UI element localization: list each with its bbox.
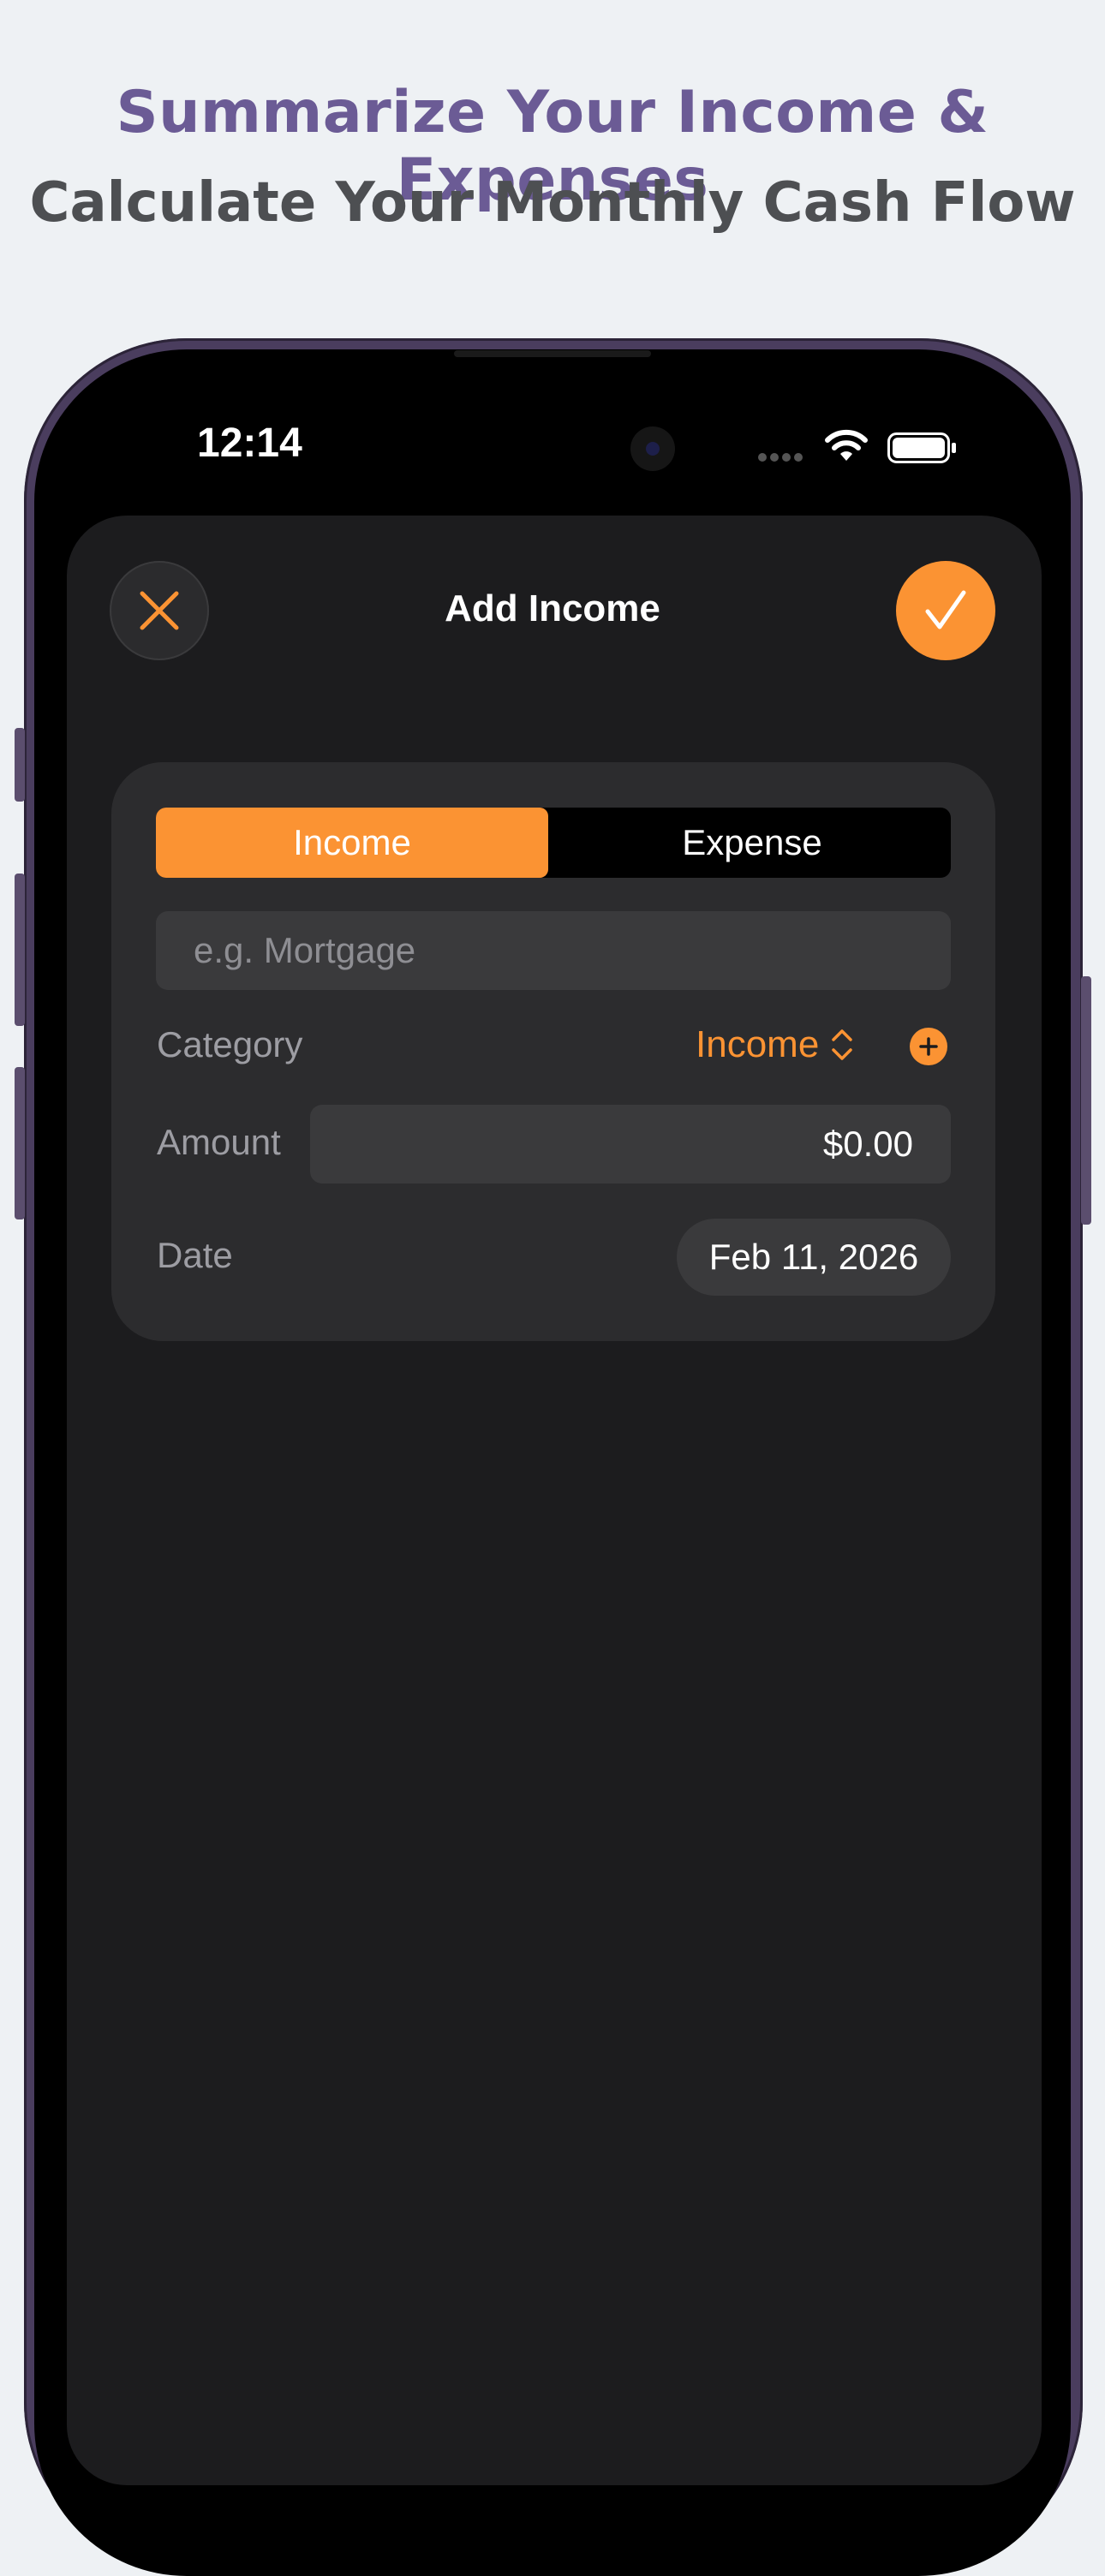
front-camera [630, 426, 675, 471]
battery-icon [887, 432, 956, 463]
wifi-icon [825, 429, 868, 461]
segment-expense[interactable]: Expense [553, 808, 951, 878]
speaker-grille [454, 350, 651, 357]
marketing-subheadline: Calculate Your Monthly Cash Flow [29, 171, 1076, 235]
amount-label: Amount [157, 1122, 281, 1162]
name-input[interactable] [156, 911, 951, 990]
date-picker-button[interactable]: Feb 11, 2026 [677, 1219, 951, 1296]
status-time: 12:14 [197, 420, 302, 466]
category-value: Income [696, 1023, 820, 1065]
phone-power-button [1081, 976, 1091, 1225]
checkmark-icon [925, 590, 966, 629]
phone-mute-switch [15, 728, 25, 802]
confirm-button[interactable] [896, 561, 995, 660]
phone-volume-up-button [15, 874, 25, 1026]
phone-volume-down-button [15, 1067, 25, 1219]
add-category-button[interactable] [910, 1028, 947, 1065]
chevron-up-down-icon [832, 1029, 853, 1060]
segment-income[interactable]: Income [156, 808, 548, 878]
type-segmented-control: Income Expense [156, 808, 951, 878]
amount-field[interactable]: $0.00 [310, 1105, 951, 1184]
category-label: Category [157, 1024, 303, 1064]
date-label: Date [157, 1235, 233, 1275]
plus-circle-icon [919, 1037, 938, 1056]
cellular-signal-icon [758, 453, 803, 462]
category-picker[interactable]: Income [696, 1019, 855, 1070]
